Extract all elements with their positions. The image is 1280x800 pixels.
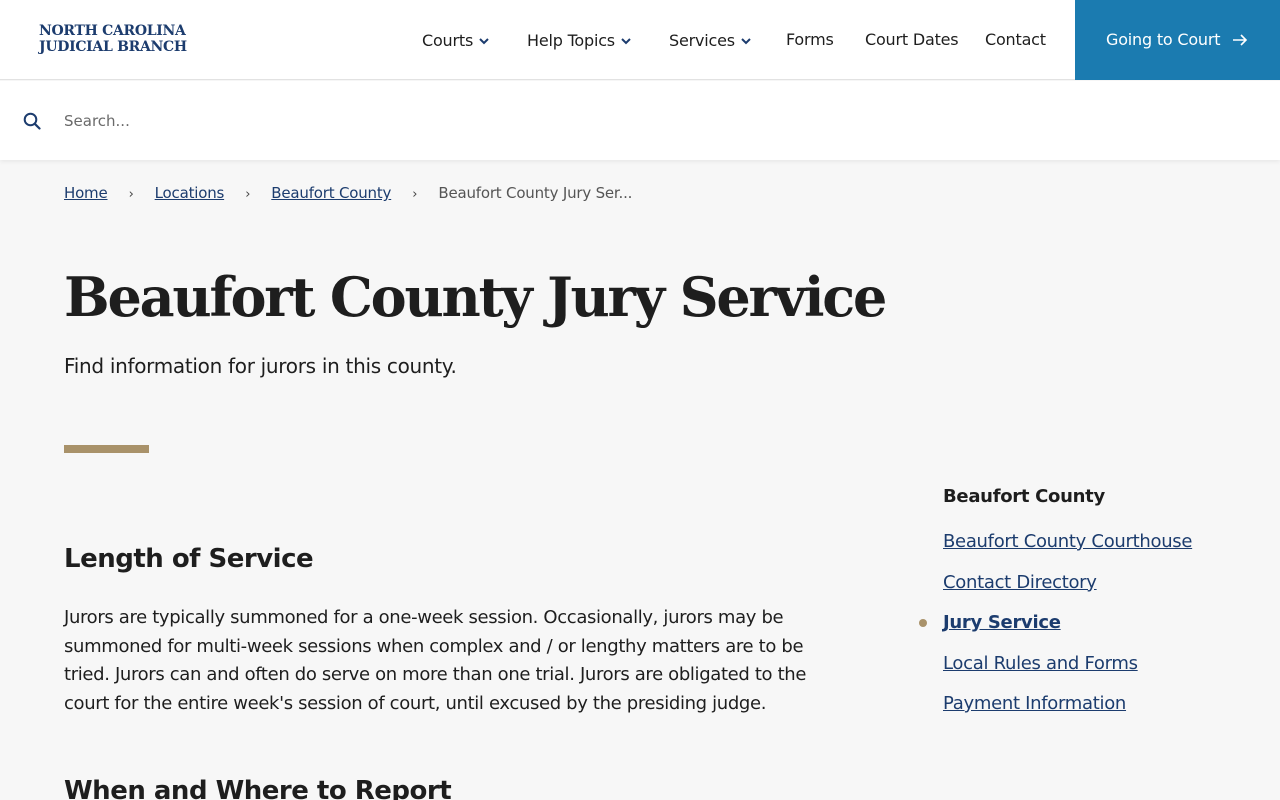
sidebar-link-local-rules[interactable]: Local Rules and Forms [943, 653, 1138, 674]
chevron-right-icon: › [128, 187, 134, 202]
breadcrumb-beaufort-county[interactable]: Beaufort County [271, 184, 391, 202]
sidebar-item-payment-info: Payment Information [943, 690, 1192, 731]
accent-divider [64, 445, 149, 453]
chevron-down-icon [621, 29, 631, 51]
chevron-down-icon [479, 29, 489, 51]
active-indicator-dot [919, 619, 927, 627]
chevron-down-icon [741, 29, 751, 51]
nav-forms[interactable]: Forms [786, 29, 834, 51]
nav-services[interactable]: Services [669, 29, 751, 51]
page-subtitle: Find information for jurors in this coun… [64, 354, 457, 378]
sidebar-heading: Beaufort County [943, 486, 1105, 507]
section-heading-when-where: When and Where to Report [64, 776, 452, 800]
breadcrumb-locations[interactable]: Locations [155, 184, 225, 202]
nav-contact-label: Contact [985, 30, 1046, 49]
sidebar-link-courthouse[interactable]: Beaufort County Courthouse [943, 531, 1192, 552]
nav-court-dates-label: Court Dates [865, 30, 959, 49]
sidebar-link-jury-service[interactable]: Jury Service [943, 612, 1061, 633]
site-header: NORTH CAROLINA JUDICIAL BRANCH Courts He… [0, 0, 1280, 80]
sidebar-item-contact-directory: Contact Directory [943, 569, 1192, 610]
sidebar-item-local-rules: Local Rules and Forms [943, 650, 1192, 691]
search-icon[interactable] [23, 112, 41, 134]
nav-contact[interactable]: Contact [985, 29, 1046, 51]
nav-courts[interactable]: Courts [422, 29, 489, 51]
going-to-court-button[interactable]: Going to Court [1075, 0, 1280, 80]
search-input[interactable] [64, 109, 1244, 133]
chevron-right-icon: › [412, 187, 418, 202]
sidebar-link-payment-info[interactable]: Payment Information [943, 693, 1126, 714]
breadcrumb-current: Beaufort County Jury Ser... [438, 184, 633, 202]
nav-forms-label: Forms [786, 30, 834, 49]
nav-courts-label: Courts [422, 31, 474, 50]
logo-line-2: JUDICIAL BRANCH [39, 39, 187, 55]
sidebar-list: Beaufort County Courthouse Contact Direc… [919, 528, 1192, 731]
breadcrumb: Home › Locations › Beaufort County › Bea… [64, 182, 632, 204]
page-title: Beaufort County Jury Service [64, 265, 887, 329]
nav-services-label: Services [669, 31, 735, 50]
arrow-right-icon [1232, 32, 1248, 51]
nav-court-dates[interactable]: Court Dates [865, 29, 959, 51]
section-heading-length-of-service: Length of Service [64, 544, 314, 574]
nav-help-topics[interactable]: Help Topics [527, 29, 631, 51]
logo-line-1: NORTH CAROLINA [39, 23, 186, 39]
nav-help-topics-label: Help Topics [527, 31, 615, 50]
breadcrumb-home[interactable]: Home [64, 184, 108, 202]
going-to-court-label: Going to Court [1106, 30, 1221, 49]
search-bar [0, 81, 1280, 160]
sidebar-link-contact-directory[interactable]: Contact Directory [943, 572, 1097, 593]
chevron-right-icon: › [245, 187, 251, 202]
sidebar-item-jury-service: Jury Service [919, 609, 1192, 650]
sidebar-item-courthouse: Beaufort County Courthouse [943, 528, 1192, 569]
site-logo[interactable]: NORTH CAROLINA JUDICIAL BRANCH [39, 23, 187, 55]
section-body-length-of-service: Jurors are typically summoned for a one-… [64, 607, 807, 714]
